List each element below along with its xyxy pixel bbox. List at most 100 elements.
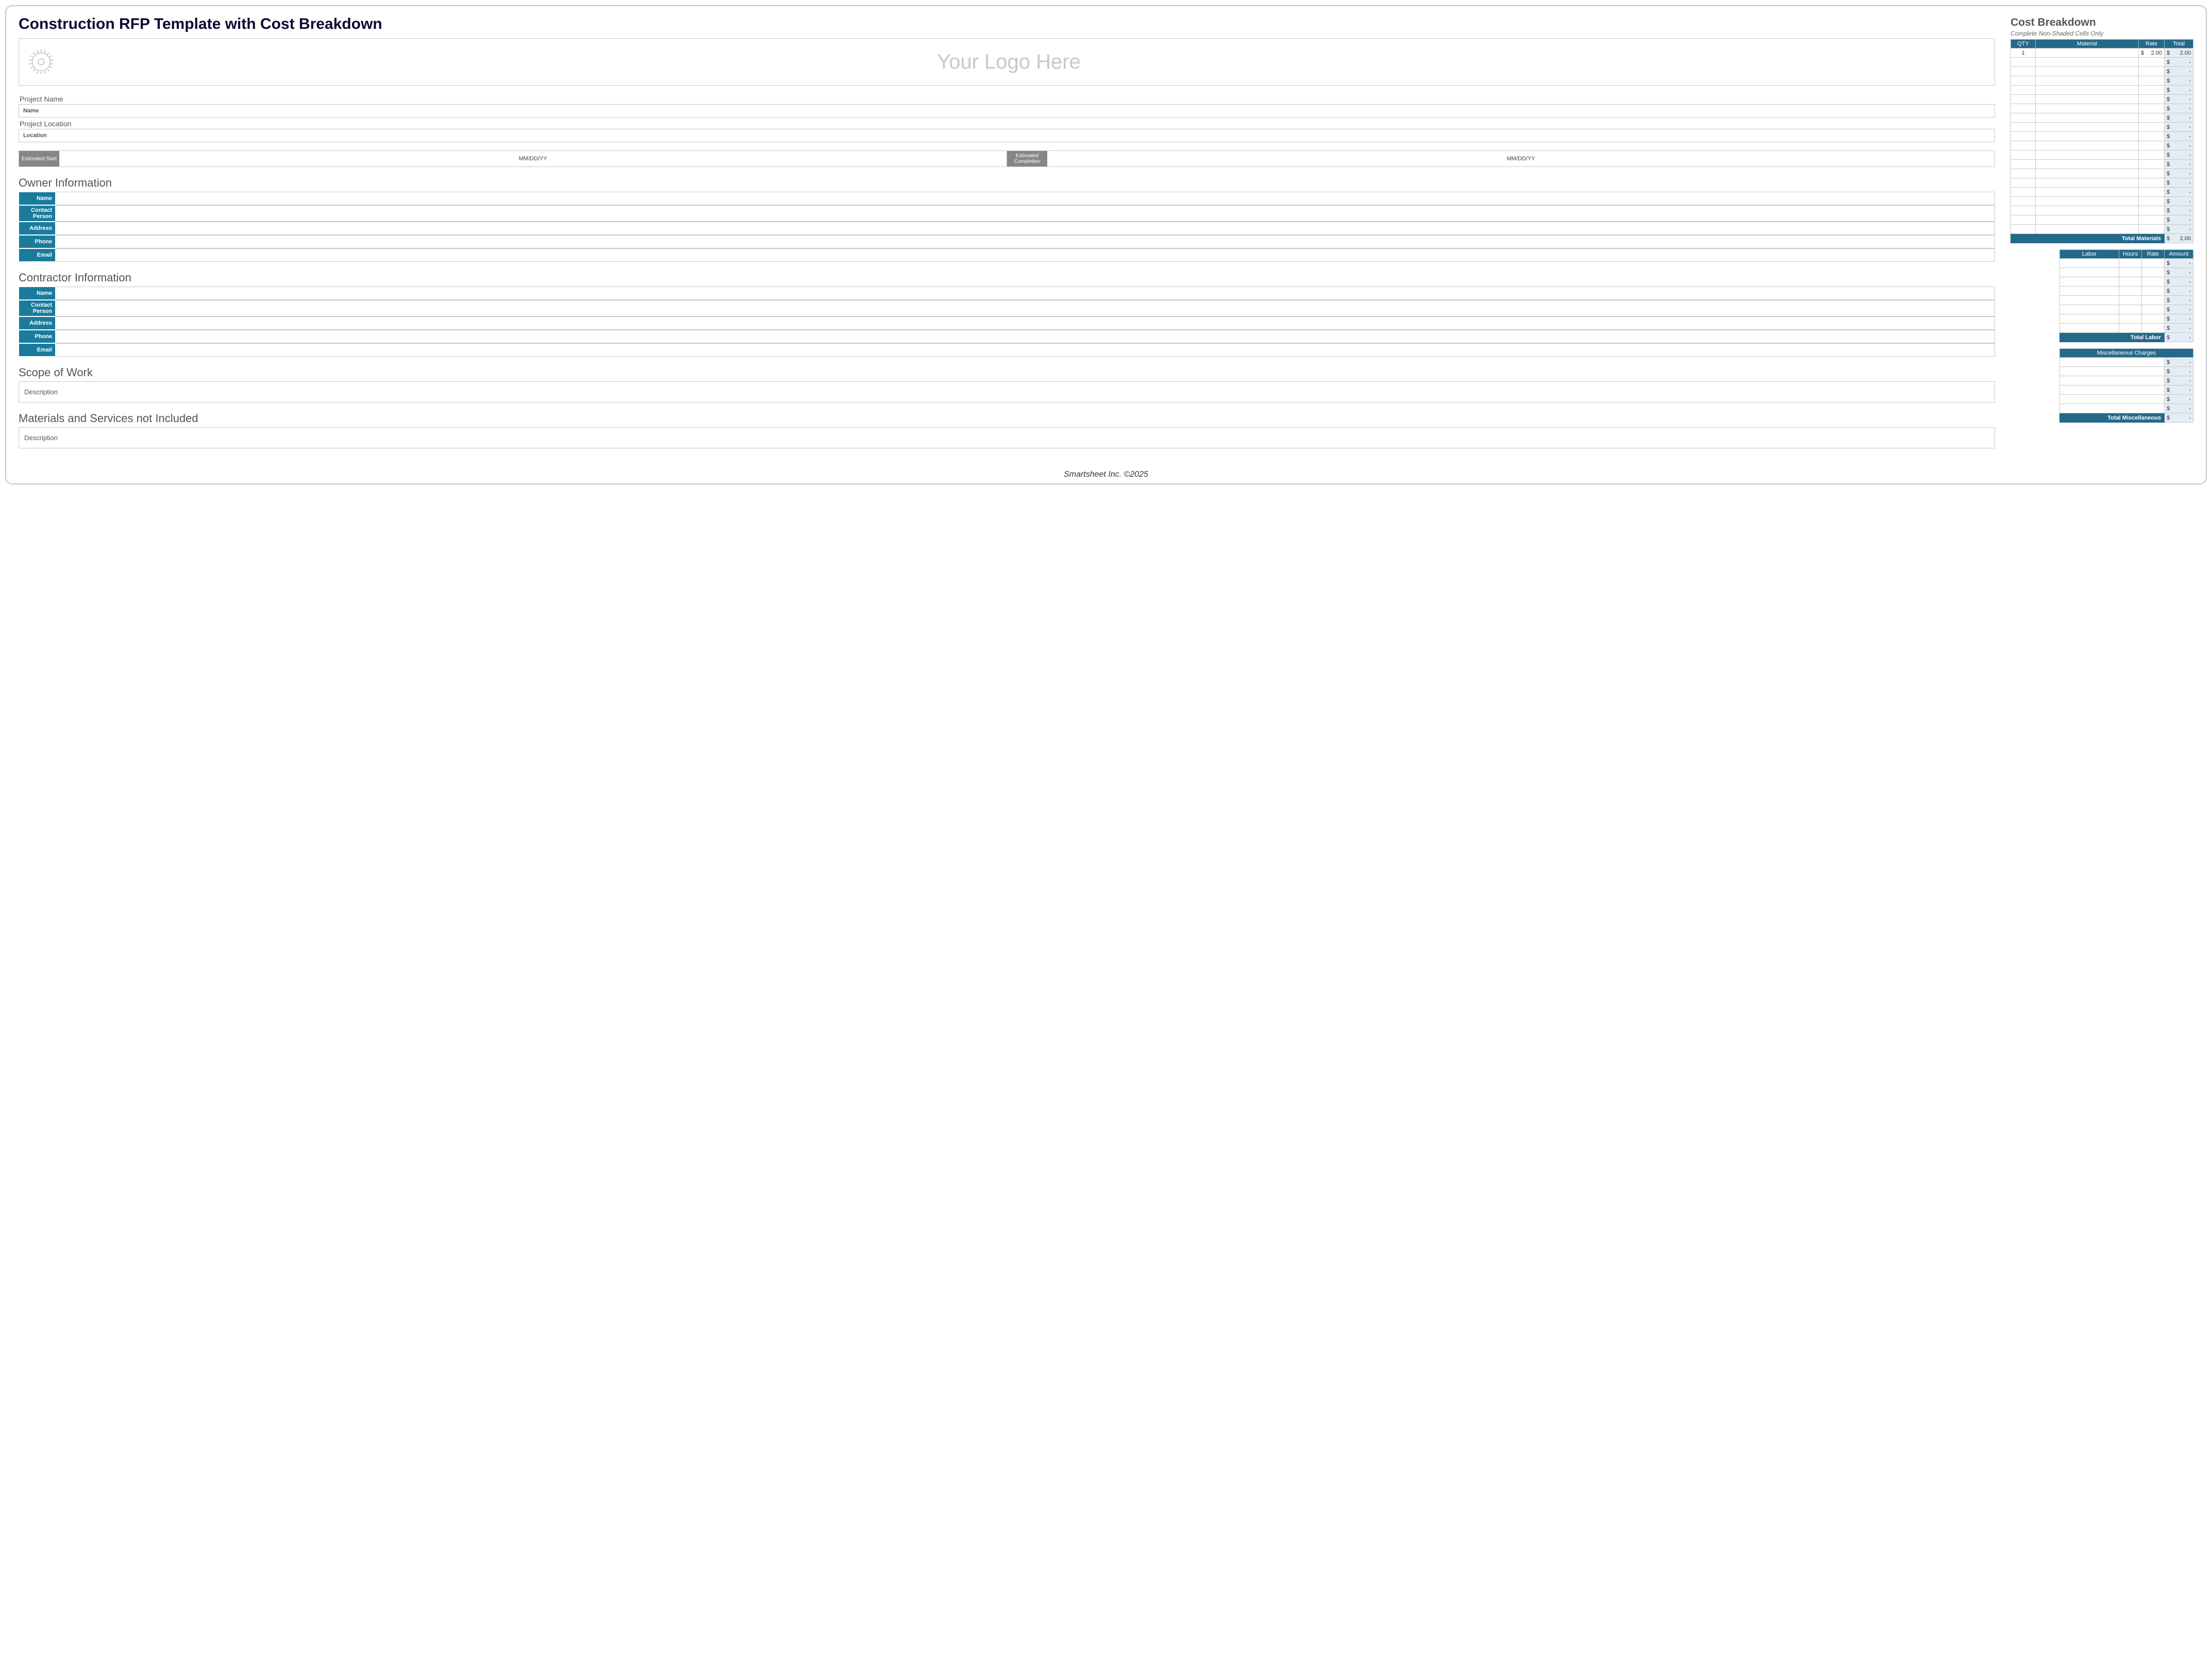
materials-rate-cell[interactable] <box>2139 132 2165 141</box>
labor-rate-cell[interactable] <box>2142 268 2165 277</box>
contractor-contact-input[interactable] <box>56 300 1995 316</box>
misc-desc-cell[interactable] <box>2060 404 2165 413</box>
materials-material-cell[interactable] <box>2036 104 2139 113</box>
materials-rate-cell[interactable] <box>2139 123 2165 132</box>
logo-placeholder[interactable]: Your Logo Here <box>19 38 1995 86</box>
labor-rate-cell[interactable] <box>2142 324 2165 333</box>
labor-hours-cell[interactable] <box>2119 324 2142 333</box>
materials-rate-cell[interactable] <box>2139 178 2165 188</box>
labor-rate-cell[interactable] <box>2142 287 2165 296</box>
labor-hours-cell[interactable] <box>2119 268 2142 277</box>
labor-rate-cell[interactable] <box>2142 259 2165 268</box>
materials-qty-cell[interactable] <box>2011 150 2036 160</box>
materials-qty-cell[interactable] <box>2011 104 2036 113</box>
materials-rate-cell[interactable] <box>2139 150 2165 160</box>
misc-desc-cell[interactable] <box>2060 395 2165 404</box>
materials-qty-cell[interactable] <box>2011 215 2036 225</box>
owner-email-input[interactable] <box>56 248 1995 262</box>
labor-hours-cell[interactable] <box>2119 287 2142 296</box>
materials-qty-cell[interactable] <box>2011 141 2036 150</box>
materials-material-cell[interactable] <box>2036 48 2139 58</box>
materials-material-cell[interactable] <box>2036 113 2139 123</box>
materials-material-cell[interactable] <box>2036 86 2139 95</box>
materials-qty-cell[interactable] <box>2011 160 2036 169</box>
labor-rate-cell[interactable] <box>2142 314 2165 324</box>
materials-material-cell[interactable] <box>2036 215 2139 225</box>
materials-services-input[interactable]: Description <box>19 427 1995 448</box>
scope-description-input[interactable]: Description <box>19 381 1995 403</box>
labor-labor-cell[interactable] <box>2060 277 2119 287</box>
materials-rate-cell[interactable] <box>2139 225 2165 234</box>
materials-qty-cell[interactable] <box>2011 95 2036 104</box>
contractor-address-input[interactable] <box>56 316 1995 330</box>
materials-material-cell[interactable] <box>2036 169 2139 178</box>
materials-material-cell[interactable] <box>2036 160 2139 169</box>
misc-desc-cell[interactable] <box>2060 376 2165 386</box>
materials-material-cell[interactable] <box>2036 95 2139 104</box>
estimated-start-input[interactable]: MM/DD/YY <box>59 151 1007 166</box>
labor-rate-cell[interactable] <box>2142 305 2165 314</box>
materials-material-cell[interactable] <box>2036 58 2139 67</box>
misc-desc-cell[interactable] <box>2060 386 2165 395</box>
materials-material-cell[interactable] <box>2036 206 2139 215</box>
contractor-name-input[interactable] <box>56 287 1995 300</box>
materials-rate-cell[interactable] <box>2139 197 2165 206</box>
labor-rate-cell[interactable] <box>2142 277 2165 287</box>
contractor-email-input[interactable] <box>56 343 1995 357</box>
materials-rate-cell[interactable] <box>2139 95 2165 104</box>
labor-hours-cell[interactable] <box>2119 259 2142 268</box>
materials-qty-cell[interactable] <box>2011 76 2036 86</box>
materials-rate-cell[interactable] <box>2139 113 2165 123</box>
misc-desc-cell[interactable] <box>2060 367 2165 376</box>
materials-rate-cell[interactable] <box>2139 215 2165 225</box>
materials-material-cell[interactable] <box>2036 123 2139 132</box>
labor-labor-cell[interactable] <box>2060 296 2119 305</box>
owner-address-input[interactable] <box>56 222 1995 235</box>
materials-rate-cell[interactable] <box>2139 104 2165 113</box>
materials-rate-cell[interactable] <box>2139 188 2165 197</box>
estimated-completion-input[interactable]: MM/DD/YY <box>1047 151 1995 166</box>
materials-material-cell[interactable] <box>2036 188 2139 197</box>
project-name-input[interactable]: Name <box>19 104 1995 118</box>
materials-rate-cell[interactable] <box>2139 141 2165 150</box>
materials-qty-cell[interactable] <box>2011 169 2036 178</box>
labor-labor-cell[interactable] <box>2060 259 2119 268</box>
materials-material-cell[interactable] <box>2036 197 2139 206</box>
materials-rate-cell[interactable] <box>2139 160 2165 169</box>
labor-rate-cell[interactable] <box>2142 296 2165 305</box>
materials-qty-cell[interactable] <box>2011 67 2036 76</box>
materials-qty-cell[interactable]: 1 <box>2011 48 2036 58</box>
materials-qty-cell[interactable] <box>2011 206 2036 215</box>
materials-rate-cell[interactable] <box>2139 58 2165 67</box>
materials-material-cell[interactable] <box>2036 150 2139 160</box>
labor-labor-cell[interactable] <box>2060 314 2119 324</box>
contractor-phone-input[interactable] <box>56 330 1995 343</box>
materials-qty-cell[interactable] <box>2011 86 2036 95</box>
labor-hours-cell[interactable] <box>2119 277 2142 287</box>
materials-qty-cell[interactable] <box>2011 178 2036 188</box>
materials-material-cell[interactable] <box>2036 76 2139 86</box>
materials-rate-cell[interactable]: $2.00 <box>2139 48 2165 58</box>
labor-labor-cell[interactable] <box>2060 324 2119 333</box>
labor-labor-cell[interactable] <box>2060 268 2119 277</box>
materials-qty-cell[interactable] <box>2011 188 2036 197</box>
materials-qty-cell[interactable] <box>2011 132 2036 141</box>
materials-rate-cell[interactable] <box>2139 169 2165 178</box>
misc-desc-cell[interactable] <box>2060 358 2165 367</box>
materials-material-cell[interactable] <box>2036 141 2139 150</box>
materials-material-cell[interactable] <box>2036 178 2139 188</box>
materials-material-cell[interactable] <box>2036 67 2139 76</box>
materials-material-cell[interactable] <box>2036 225 2139 234</box>
labor-hours-cell[interactable] <box>2119 314 2142 324</box>
materials-qty-cell[interactable] <box>2011 197 2036 206</box>
materials-rate-cell[interactable] <box>2139 67 2165 76</box>
labor-labor-cell[interactable] <box>2060 287 2119 296</box>
owner-phone-input[interactable] <box>56 235 1995 248</box>
labor-labor-cell[interactable] <box>2060 305 2119 314</box>
labor-hours-cell[interactable] <box>2119 296 2142 305</box>
materials-rate-cell[interactable] <box>2139 86 2165 95</box>
owner-name-input[interactable] <box>56 192 1995 205</box>
materials-rate-cell[interactable] <box>2139 76 2165 86</box>
materials-qty-cell[interactable] <box>2011 123 2036 132</box>
materials-qty-cell[interactable] <box>2011 225 2036 234</box>
